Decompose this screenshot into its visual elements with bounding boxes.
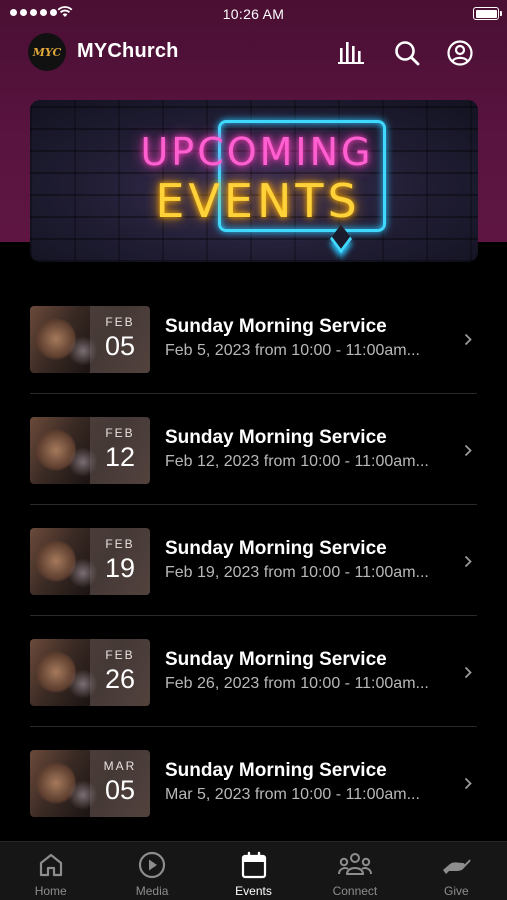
- chevron-right-icon: [464, 555, 472, 568]
- date-badge: FEB 12: [90, 417, 150, 484]
- event-row[interactable]: FEB 12 Sunday Morning Service Feb 12, 20…: [0, 394, 507, 505]
- event-title: Sunday Morning Service: [165, 760, 387, 781]
- event-row[interactable]: FEB 26 Sunday Morning Service Feb 26, 20…: [0, 616, 507, 727]
- event-thumbnail: FEB 05: [30, 306, 150, 373]
- tab-home[interactable]: Home: [0, 842, 101, 900]
- event-row[interactable]: FEB 05 Sunday Morning Service Feb 5, 202…: [0, 283, 507, 394]
- battery-icon: [473, 7, 502, 20]
- event-day: 19: [104, 553, 136, 583]
- date-badge: FEB 05: [90, 306, 150, 373]
- event-month: FEB: [105, 537, 135, 551]
- event-title: Sunday Morning Service: [165, 649, 387, 670]
- tab-label: Media: [135, 884, 169, 898]
- event-datetime: Feb 12, 2023 from 10:00 - 11:00am...: [165, 453, 429, 470]
- event-datetime: Feb 19, 2023 from 10:00 - 11:00am...: [165, 564, 429, 581]
- tab-events[interactable]: Events: [203, 842, 304, 900]
- banner-line-upcoming: UPCOMING: [140, 130, 374, 174]
- event-datetime: Feb 26, 2023 from 10:00 - 11:00am...: [165, 675, 429, 692]
- banner-line-events: EVENTS: [155, 174, 361, 228]
- people-icon: [337, 851, 372, 879]
- tab-label: Connect: [332, 884, 378, 898]
- event-row[interactable]: MAR 05 Sunday Morning Service Mar 5, 202…: [0, 727, 507, 838]
- event-month: FEB: [105, 315, 135, 329]
- app-title: MYChurch: [77, 40, 179, 62]
- event-day: 05: [104, 331, 136, 361]
- home-icon: [38, 851, 64, 879]
- profile-icon[interactable]: [445, 38, 475, 68]
- event-list: FEB 05 Sunday Morning Service Feb 5, 202…: [0, 283, 507, 838]
- chevron-right-icon: [464, 444, 472, 457]
- chevron-right-icon: [464, 777, 472, 790]
- chevron-right-icon: [464, 333, 472, 346]
- app-bar: MYC MYChurch: [0, 30, 507, 76]
- audio-bars-icon[interactable]: [337, 38, 367, 68]
- tab-media[interactable]: Media: [101, 842, 202, 900]
- tab-label: Give: [443, 884, 469, 898]
- play-icon: [138, 851, 166, 879]
- date-badge: FEB 26: [90, 639, 150, 706]
- date-badge: MAR 05: [90, 750, 150, 817]
- event-datetime: Mar 5, 2023 from 10:00 - 11:00am...: [165, 786, 420, 803]
- bottom-tab-bar: Home Media Events Connect Give: [0, 841, 507, 900]
- event-title: Sunday Morning Service: [165, 538, 387, 559]
- church-logo[interactable]: MYC: [28, 33, 66, 71]
- event-row[interactable]: FEB 19 Sunday Morning Service Feb 19, 20…: [0, 505, 507, 616]
- tab-label: Events: [235, 884, 272, 898]
- logo-text: MYC: [32, 45, 62, 59]
- event-thumbnail: FEB 19: [30, 528, 150, 595]
- event-thumbnail: FEB 26: [30, 639, 150, 706]
- tab-give[interactable]: Give: [406, 842, 507, 900]
- status-time: 10:26 AM: [222, 6, 285, 22]
- event-title: Sunday Morning Service: [165, 316, 387, 337]
- chevron-right-icon: [464, 666, 472, 679]
- search-icon[interactable]: [392, 38, 422, 68]
- event-day: 12: [104, 442, 136, 472]
- event-day: 26: [104, 664, 136, 694]
- event-datetime: Feb 5, 2023 from 10:00 - 11:00am...: [165, 342, 420, 359]
- date-badge: FEB 19: [90, 528, 150, 595]
- event-thumbnail: MAR 05: [30, 750, 150, 817]
- event-thumbnail: FEB 12: [30, 417, 150, 484]
- hand-icon: [441, 851, 471, 879]
- event-month: FEB: [105, 426, 135, 440]
- event-month: FEB: [105, 648, 135, 662]
- calendar-icon: [241, 851, 267, 879]
- event-month: MAR: [103, 759, 137, 773]
- upcoming-events-banner: UPCOMING EVENTS: [30, 100, 478, 262]
- tab-label: Home: [34, 884, 67, 898]
- tab-connect[interactable]: Connect: [304, 842, 405, 900]
- status-bar: 10:26 AM: [0, 0, 507, 28]
- event-day: 05: [104, 775, 136, 805]
- event-title: Sunday Morning Service: [165, 427, 387, 448]
